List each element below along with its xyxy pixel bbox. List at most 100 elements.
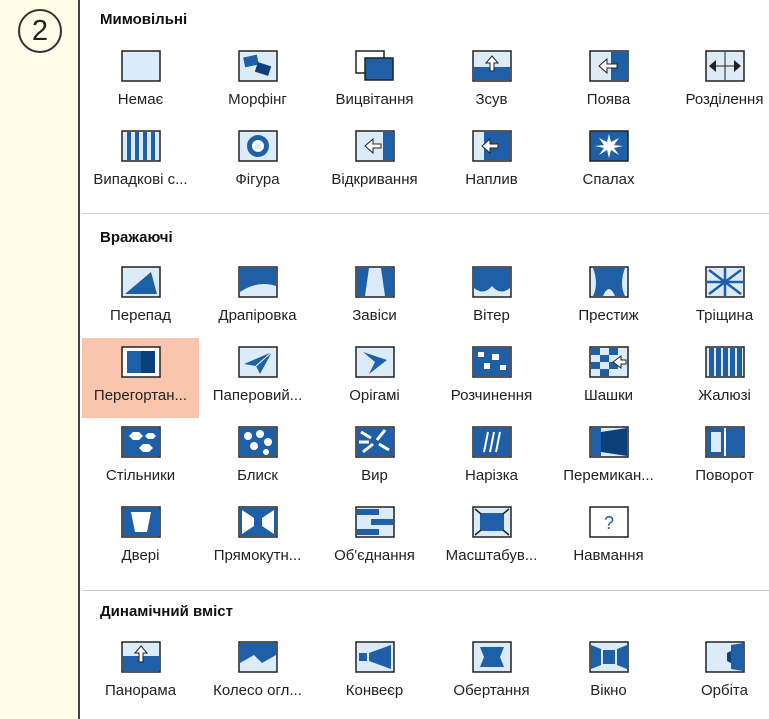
transition-option[interactable]: Масштабув... (433, 498, 550, 578)
push-icon (472, 50, 512, 82)
drape-icon (238, 266, 278, 298)
transition-option[interactable]: Тріщина (666, 258, 769, 338)
transition-option[interactable]: Престиж (550, 258, 667, 338)
transition-option[interactable]: Колесо огл... (199, 633, 316, 713)
transition-option[interactable]: Двері (82, 498, 199, 578)
ferris-wheel-icon (238, 641, 278, 673)
transition-option[interactable]: Блиск (199, 418, 316, 498)
wipe-icon (589, 50, 629, 82)
checkerboard-icon (589, 346, 629, 378)
transition-label: Фігура (235, 171, 280, 188)
transition-label: Зсув (475, 91, 508, 108)
flash-icon (589, 130, 629, 162)
transition-label: Розділення (685, 91, 764, 108)
transition-label: Розчинення (450, 387, 533, 404)
fade-icon (355, 50, 395, 82)
transition-option[interactable]: Стільники (82, 418, 199, 498)
transition-option[interactable]: Морфінг (199, 42, 316, 122)
transition-option[interactable]: Орбіта (666, 633, 769, 713)
morph-icon (238, 50, 278, 82)
transition-option[interactable]: Вир (316, 418, 433, 498)
transition-option[interactable]: Спалах (550, 122, 667, 202)
transition-option[interactable]: Відкривання (316, 122, 433, 202)
transition-label: Конвеєр (345, 682, 404, 699)
none-icon (121, 50, 161, 82)
transition-option[interactable]: Шашки (550, 338, 667, 418)
transition-option[interactable]: Орігамі (316, 338, 433, 418)
transition-option[interactable]: Нарізка (433, 418, 550, 498)
transition-option[interactable]: Перемикан... (550, 418, 667, 498)
window-icon (589, 641, 629, 673)
split-icon (705, 50, 745, 82)
transitions-gallery: Мимовільні Вражаючі Динамічний вміст Нем… (82, 0, 769, 719)
transition-label: Колесо огл... (213, 682, 302, 699)
shred-icon (472, 426, 512, 458)
transition-option[interactable]: Вітер (433, 258, 550, 338)
cover-icon (472, 130, 512, 162)
transition-label: Перемикан... (563, 467, 654, 484)
transition-option[interactable]: Обертання (433, 633, 550, 713)
transition-option[interactable]: Розділення (666, 42, 769, 122)
curtains-icon (355, 266, 395, 298)
transition-option[interactable]: Фігура (199, 122, 316, 202)
rotate-icon (472, 641, 512, 673)
transition-label: Прямокутн... (213, 547, 302, 564)
transition-label: Обертання (453, 682, 530, 699)
transition-option[interactable]: Завіси (316, 258, 433, 338)
orbit-icon (705, 641, 745, 673)
vortex-icon (355, 426, 395, 458)
random-icon: ? (589, 506, 629, 538)
dissolve-icon (472, 346, 512, 378)
transition-option[interactable]: Паперовий... (199, 338, 316, 418)
transition-option[interactable]: Випадкові с... (82, 122, 199, 202)
transition-label: Відкривання (331, 171, 418, 188)
transition-label: Блиск (237, 467, 278, 484)
section-title-subtle: Мимовільні (100, 11, 188, 28)
transition-label: Стільники (105, 467, 176, 484)
transition-option[interactable]: Поворот (666, 418, 769, 498)
doors-icon (121, 506, 161, 538)
section-title-exciting: Вражаючі (100, 229, 173, 246)
random-bars-icon (121, 130, 161, 162)
transition-option[interactable]: Поява (550, 42, 667, 122)
transition-option[interactable]: Перегортан... (82, 338, 199, 418)
transition-option[interactable]: Прямокутн... (199, 498, 316, 578)
transition-option[interactable]: Вікно (550, 633, 667, 713)
transition-label: Морфінг (228, 91, 287, 108)
blinds-icon (705, 346, 745, 378)
transition-label: Паперовий... (212, 387, 303, 404)
transition-option[interactable]: Вицвітання (316, 42, 433, 122)
uncover-icon (355, 130, 395, 162)
transition-label: Наплив (465, 171, 518, 188)
wind-icon (472, 266, 512, 298)
comb-icon (355, 506, 395, 538)
transition-option[interactable]: Жалюзі (666, 338, 769, 418)
transition-option[interactable]: Немає (82, 42, 199, 122)
transition-option[interactable]: Конвеєр (316, 633, 433, 713)
transition-label: Випадкові с... (93, 171, 188, 188)
glitter-icon (238, 426, 278, 458)
transition-label: Орігамі (349, 387, 400, 404)
transition-label: Шашки (583, 387, 634, 404)
transition-option[interactable]: ? Навмання (550, 498, 667, 578)
transition-option[interactable]: Наплив (433, 122, 550, 202)
conveyor-icon (355, 641, 395, 673)
svg-text:?: ? (604, 513, 614, 533)
transition-option[interactable]: Об'єднання (316, 498, 433, 578)
transition-label: Жалюзі (698, 387, 751, 404)
transition-label: Немає (117, 91, 164, 108)
transition-label: Орбіта (701, 682, 748, 699)
transition-label: Спалах (582, 171, 635, 188)
transition-label: Вир (361, 467, 388, 484)
left-margin-strip: 2 (0, 0, 80, 719)
transition-label: Завіси (352, 307, 397, 324)
transition-option[interactable]: Розчинення (433, 338, 550, 418)
transition-option[interactable]: Зсув (433, 42, 550, 122)
honeycomb-icon (121, 426, 161, 458)
transition-label: Вікно (590, 682, 627, 699)
transition-option[interactable]: Панорама (82, 633, 199, 713)
switch-icon (589, 426, 629, 458)
transition-option[interactable]: Драпіровка (199, 258, 316, 338)
transition-label: Вітер (473, 307, 510, 324)
transition-option[interactable]: Перепад (82, 258, 199, 338)
